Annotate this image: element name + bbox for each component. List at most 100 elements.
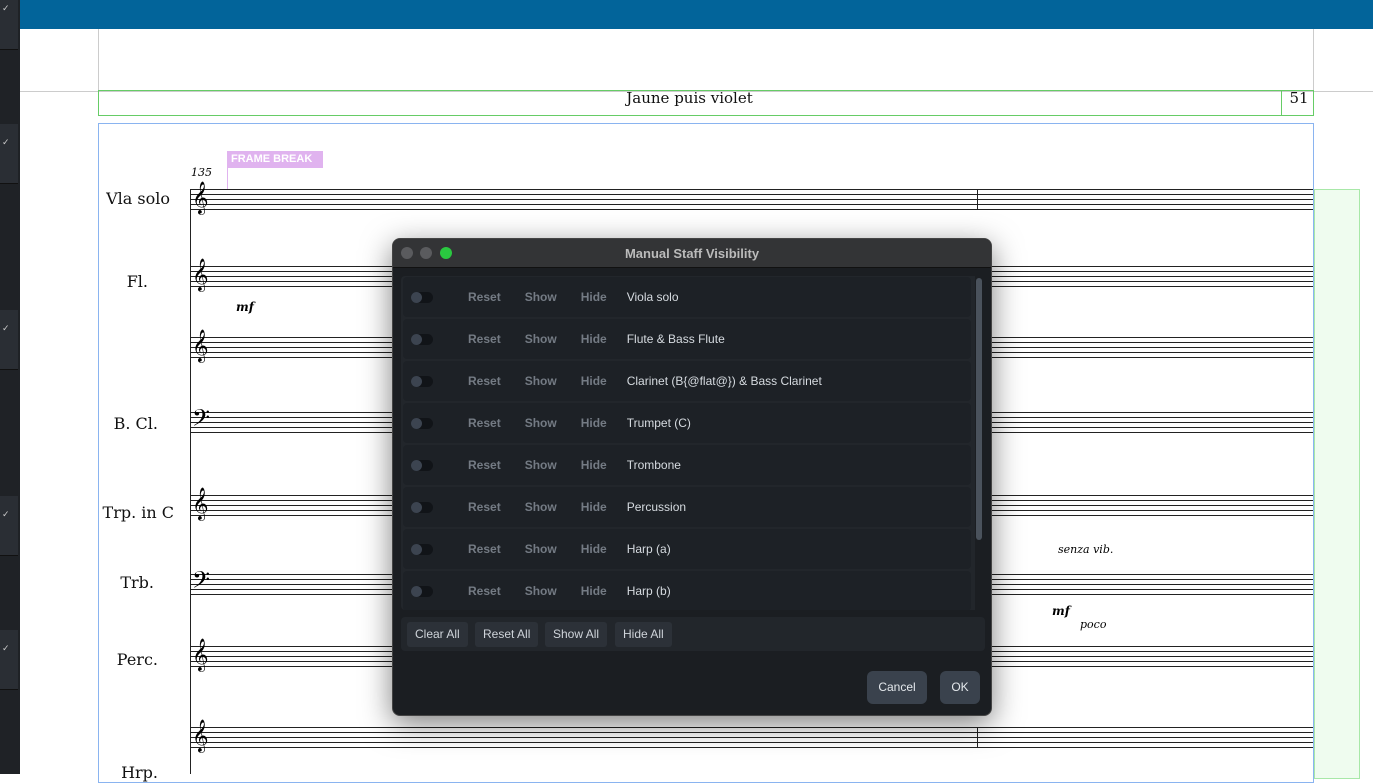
- pencil-icon: ✓: [2, 324, 10, 334]
- show-button[interactable]: Show: [525, 290, 557, 304]
- show-button[interactable]: Show: [525, 542, 557, 556]
- margin-guide: [98, 29, 99, 91]
- show-button[interactable]: Show: [525, 374, 557, 388]
- toolbar-panel-button[interactable]: ✓: [0, 124, 18, 184]
- staff-name: Percussion: [626, 500, 687, 514]
- dialog-title: Manual Staff Visibility: [624, 246, 760, 261]
- close-window-button[interactable]: [401, 247, 413, 259]
- clef-icon: 𝄞: [192, 487, 209, 520]
- left-toolbar: ✓ ✓ ✓ ✓ ✓: [0, 0, 20, 774]
- staff-list: Reset Show Hide Viola solo Reset Show Hi…: [401, 276, 981, 610]
- show-button[interactable]: Show: [525, 332, 557, 346]
- reset-button[interactable]: Reset: [468, 332, 501, 346]
- staff-visibility-toggle[interactable]: [411, 459, 433, 471]
- hide-button[interactable]: Hide: [581, 332, 607, 346]
- scrollbar-thumb[interactable]: [976, 278, 982, 540]
- clef-icon: 𝄢: [192, 404, 211, 437]
- margin-guide: [1313, 29, 1314, 91]
- staff-visibility-toggle[interactable]: [411, 543, 433, 555]
- reset-button[interactable]: Reset: [468, 416, 501, 430]
- staff-row[interactable]: Reset Show Hide Percussion: [403, 487, 971, 527]
- show-button[interactable]: Show: [525, 458, 557, 472]
- instrument-label: Trb.: [120, 573, 154, 592]
- instrument-label: Perc.: [116, 650, 158, 669]
- staff-name: Trumpet (C): [626, 416, 691, 430]
- staff-visibility-toggle[interactable]: [411, 417, 433, 429]
- staff-line: [190, 727, 1313, 728]
- hide-button[interactable]: Hide: [581, 416, 607, 430]
- clef-icon: 𝄞: [192, 258, 209, 291]
- page-number: 51: [1289, 89, 1309, 107]
- staff-line: [190, 732, 1313, 733]
- pencil-icon: ✓: [2, 510, 10, 520]
- toolbar-panel-button[interactable]: ✓: [0, 0, 18, 50]
- cancel-button[interactable]: Cancel: [867, 671, 927, 704]
- reset-button[interactable]: Reset: [468, 290, 501, 304]
- staff-line: [190, 747, 1313, 748]
- reset-button[interactable]: Reset: [468, 374, 501, 388]
- staff-row[interactable]: Reset Show Hide Clarinet (B{@flat@}) & B…: [403, 361, 971, 401]
- staff-visibility-toggle[interactable]: [411, 375, 433, 387]
- staff-line: [190, 189, 1313, 190]
- staff-name: Trombone: [626, 458, 681, 472]
- hide-button[interactable]: Hide: [581, 374, 607, 388]
- barline: [977, 727, 978, 747]
- reset-button[interactable]: Reset: [468, 458, 501, 472]
- staff-line: [190, 199, 1313, 200]
- instrument-label: Hrp.: [121, 763, 158, 782]
- system-barline: [190, 189, 191, 774]
- staff-visibility-toggle[interactable]: [411, 291, 433, 303]
- frame-break-signpost[interactable]: FRAME BREAK: [227, 151, 323, 168]
- dynamic-marking: mf: [1052, 604, 1070, 618]
- hide-button[interactable]: Hide: [581, 500, 607, 514]
- ok-button[interactable]: OK: [940, 671, 980, 704]
- staff-name: Harp (b): [626, 584, 671, 598]
- reset-button[interactable]: Reset: [468, 542, 501, 556]
- staff-row[interactable]: Reset Show Hide Harp (b): [403, 571, 971, 610]
- clef-icon: 𝄞: [192, 329, 209, 362]
- hide-button[interactable]: Hide: [581, 290, 607, 304]
- staff-name: Viola solo: [626, 290, 679, 304]
- instrument-label: Vla solo: [106, 189, 170, 208]
- bar-number: 135: [191, 166, 212, 179]
- hide-button[interactable]: Hide: [581, 584, 607, 598]
- staff-line: [190, 742, 1313, 743]
- show-button[interactable]: Show: [525, 584, 557, 598]
- staff-row[interactable]: Reset Show Hide Trumpet (C): [403, 403, 971, 443]
- clear-all-button[interactable]: Clear All: [407, 622, 468, 647]
- staff-visibility-toggle[interactable]: [411, 501, 433, 513]
- next-frame: [1314, 189, 1360, 779]
- reset-button[interactable]: Reset: [468, 500, 501, 514]
- hide-all-button[interactable]: Hide All: [615, 622, 672, 647]
- pencil-icon: ✓: [2, 138, 10, 148]
- reset-all-button[interactable]: Reset All: [475, 622, 539, 647]
- manual-staff-visibility-dialog: Manual Staff Visibility Reset Show Hide …: [392, 238, 992, 716]
- show-button[interactable]: Show: [525, 416, 557, 430]
- clef-icon: 𝄞: [192, 638, 209, 671]
- staff-row[interactable]: Reset Show Hide Trombone: [403, 445, 971, 485]
- staff-row[interactable]: Reset Show Hide Viola solo: [403, 277, 971, 317]
- minimize-window-button[interactable]: [420, 247, 432, 259]
- dynamic-marking: mf: [236, 300, 254, 314]
- list-scrollbar[interactable]: [975, 276, 983, 610]
- pencil-icon: ✓: [2, 644, 10, 654]
- toolbar-panel-button[interactable]: ✓: [0, 310, 18, 370]
- staff-line: [190, 194, 1313, 195]
- staff-row[interactable]: Reset Show Hide Flute & Bass Flute: [403, 319, 971, 359]
- hide-button[interactable]: Hide: [581, 542, 607, 556]
- reset-button[interactable]: Reset: [468, 584, 501, 598]
- toolbar-panel-button[interactable]: ✓: [0, 630, 18, 690]
- staff-visibility-toggle[interactable]: [411, 333, 433, 345]
- clef-icon: 𝄞: [192, 181, 209, 214]
- staff-line: [190, 209, 1313, 210]
- staff-line: [190, 204, 1313, 205]
- staff-visibility-toggle[interactable]: [411, 585, 433, 597]
- hide-button[interactable]: Hide: [581, 458, 607, 472]
- barline: [977, 189, 978, 209]
- toolbar-panel-button[interactable]: ✓: [0, 496, 18, 556]
- show-button[interactable]: Show: [525, 500, 557, 514]
- zoom-window-button[interactable]: [440, 247, 452, 259]
- staff-row[interactable]: Reset Show Hide Harp (a): [403, 529, 971, 569]
- show-all-button[interactable]: Show All: [545, 622, 608, 647]
- instrument-label: B. Cl.: [113, 414, 158, 433]
